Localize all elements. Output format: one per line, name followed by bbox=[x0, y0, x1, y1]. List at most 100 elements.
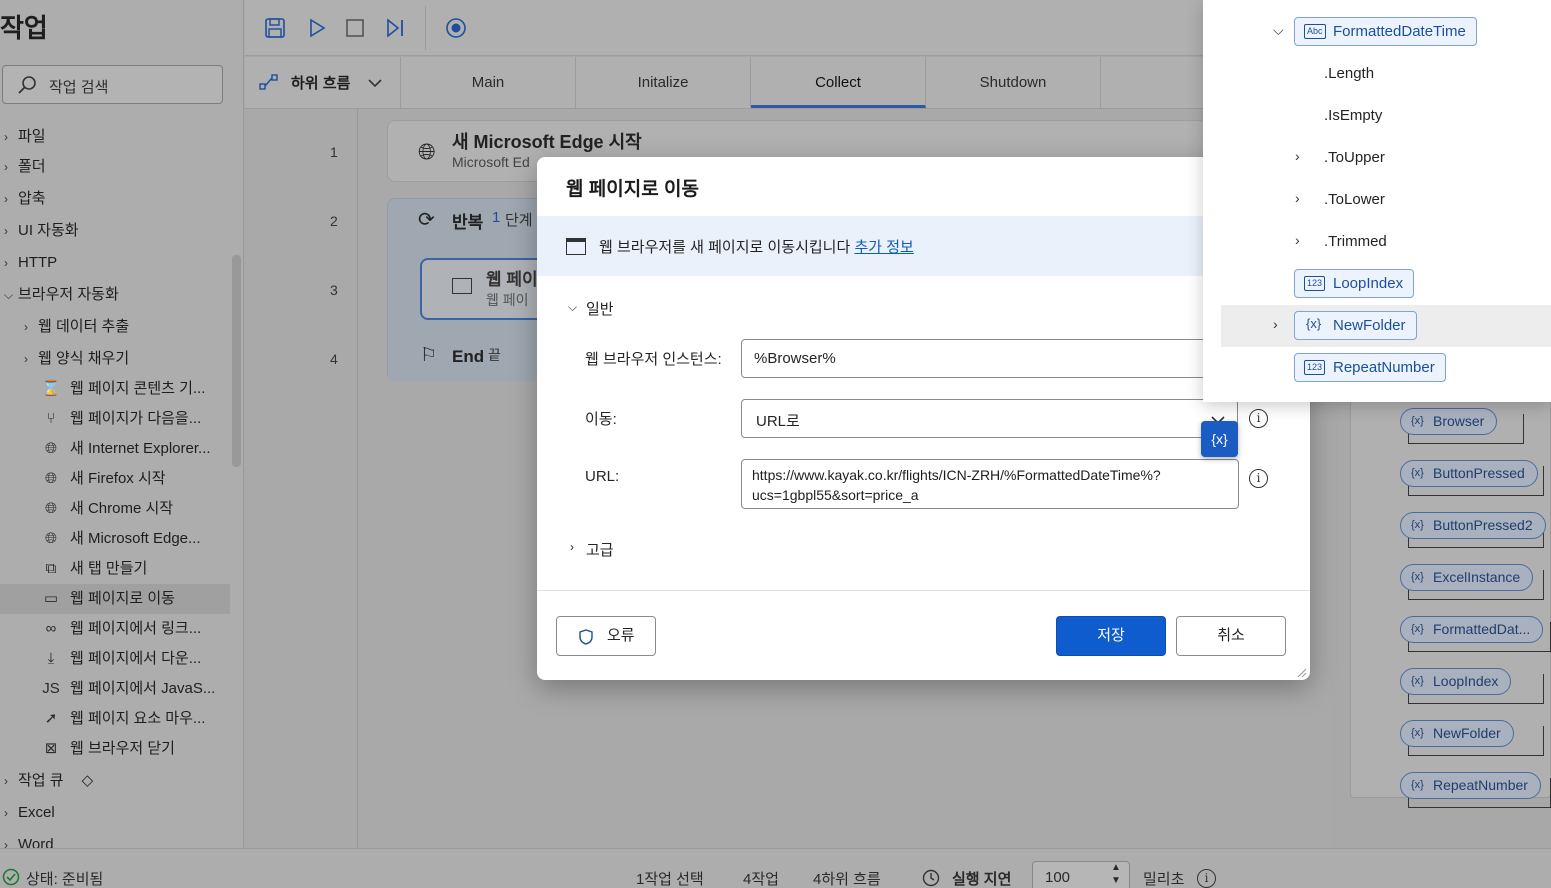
tab-initalize[interactable]: Initalize bbox=[576, 57, 751, 108]
chevron-right-icon[interactable]: › bbox=[570, 540, 574, 554]
chevron-right-icon[interactable]: › bbox=[4, 216, 18, 246]
variable-picker-row[interactable]: ⌵ Abc FormattedDateTime bbox=[1203, 11, 1551, 53]
chevron-right-icon[interactable]: › bbox=[4, 766, 18, 796]
chevron-right-icon[interactable]: › bbox=[4, 798, 18, 828]
chevron-down-icon[interactable]: ⌵ bbox=[4, 280, 18, 310]
tree-item[interactable]: 🌐︎ 새 Microsoft Edge... bbox=[0, 524, 230, 554]
run-icon[interactable] bbox=[306, 17, 328, 39]
tree-item[interactable]: ➚ 웹 페이지 요소 마우... bbox=[0, 704, 230, 734]
tab-shutdown[interactable]: Shutdown bbox=[926, 57, 1101, 108]
tree-item[interactable]: › Excel bbox=[0, 798, 230, 828]
variable-pill[interactable]: {x} FormattedDat... bbox=[1400, 616, 1544, 643]
actions-scrollbar[interactable] bbox=[232, 255, 241, 467]
chevron-right-icon[interactable]: › bbox=[24, 312, 38, 342]
tree-item[interactable]: › 웹 데이터 추출 bbox=[0, 312, 230, 342]
text-type-icon: Abc bbox=[1304, 24, 1326, 39]
chevron-right-icon[interactable]: › bbox=[4, 152, 18, 182]
variable-pill[interactable]: {x} RepeatNumber bbox=[1400, 772, 1541, 799]
tab-collect[interactable]: Collect bbox=[751, 57, 926, 108]
subflow-dropdown[interactable]: 하위 흐름 bbox=[245, 57, 401, 108]
tree-item[interactable]: › 파일 bbox=[0, 122, 230, 152]
variable-picker-row[interactable]: 123 LoopIndex bbox=[1203, 263, 1551, 305]
chevron-right-icon[interactable]: › bbox=[4, 830, 18, 848]
variable-tag[interactable]: {x} NewFolder bbox=[1294, 311, 1417, 340]
chevron-right-icon[interactable]: › bbox=[1295, 148, 1300, 164]
chevron-down-icon[interactable]: ⌵ bbox=[568, 300, 577, 315]
insert-variable-button[interactable]: {x} bbox=[1201, 421, 1238, 457]
save-button[interactable]: 저장 bbox=[1056, 616, 1166, 656]
tree-item[interactable]: ⌵ 브라우저 자동화 bbox=[0, 280, 230, 310]
tree-item[interactable]: ⤓ 웹 페이지에서 다운... bbox=[0, 644, 230, 674]
chevron-right-icon[interactable]: › bbox=[1295, 232, 1300, 248]
variable-picker-row[interactable]: › .Trimmed bbox=[1203, 221, 1551, 263]
variable-picker-row[interactable]: .IsEmpty bbox=[1203, 95, 1551, 137]
variable-picker-row[interactable]: 123 RepeatNumber bbox=[1203, 347, 1551, 389]
more-info-link[interactable]: 추가 정보 bbox=[854, 239, 913, 256]
variable-tag-label: LoopIndex bbox=[1333, 275, 1404, 292]
step-icon[interactable] bbox=[384, 17, 406, 39]
info-icon[interactable]: i bbox=[1249, 409, 1268, 428]
tree-item[interactable]: ⌛ 웹 페이지 콘텐츠 기... bbox=[0, 374, 230, 404]
variable-picker-row[interactable]: › .ToLower bbox=[1203, 179, 1551, 221]
dialog-divider bbox=[537, 590, 1310, 591]
tree-item[interactable]: › Word bbox=[0, 830, 230, 848]
spin-up-icon[interactable]: ▲ bbox=[1111, 862, 1121, 873]
variable-picker-row[interactable]: › {x} NewFolder bbox=[1221, 305, 1551, 347]
variable-pill[interactable]: {x} ButtonPressed2 bbox=[1400, 512, 1546, 539]
tree-item[interactable]: › 압축 bbox=[0, 184, 230, 214]
chevron-right-icon[interactable]: › bbox=[1273, 316, 1278, 332]
tree-item[interactable]: › 웹 양식 채우기 bbox=[0, 344, 230, 374]
navigate-select[interactable]: URL로 bbox=[741, 399, 1238, 438]
variable-tag[interactable]: 123 RepeatNumber bbox=[1294, 353, 1446, 382]
chevron-down-icon[interactable]: ⌵ bbox=[1273, 22, 1284, 39]
info-icon[interactable]: i bbox=[1249, 469, 1268, 488]
tree-item[interactable]: ∞ 웹 페이지에서 링크... bbox=[0, 614, 230, 644]
variable-pill[interactable]: {x} ExcelInstance bbox=[1400, 564, 1534, 591]
actions-pane-title: 작업 bbox=[0, 13, 48, 43]
tree-item[interactable]: JS 웹 페이지에서 JavaS... bbox=[0, 674, 230, 704]
actions-search-input[interactable]: 작업 검색 bbox=[2, 65, 223, 104]
delay-input[interactable]: 100 ▲ ▼ bbox=[1032, 861, 1130, 888]
tree-item[interactable]: ⧉ 새 탭 만들기 bbox=[0, 554, 230, 584]
tree-item[interactable]: 🌐︎ 새 Chrome 시작 bbox=[0, 494, 230, 524]
variable-pill[interactable]: {x} LoopIndex bbox=[1400, 668, 1512, 695]
section-general[interactable]: 일반 bbox=[586, 298, 614, 319]
chevron-right-icon[interactable]: › bbox=[4, 122, 18, 152]
resize-grip-icon[interactable] bbox=[1295, 666, 1307, 678]
url-input[interactable]: https://www.kayak.co.kr/flights/ICN-ZRH/… bbox=[741, 459, 1239, 509]
variable-picker-row[interactable]: .Length bbox=[1203, 53, 1551, 95]
tree-item[interactable]: ⑂ 웹 페이지가 다음을... bbox=[0, 404, 230, 434]
error-button[interactable]: 오류 bbox=[556, 616, 656, 656]
tab-main[interactable]: Main bbox=[401, 57, 576, 108]
cancel-button[interactable]: 취소 bbox=[1176, 616, 1286, 656]
stop-icon[interactable] bbox=[344, 17, 366, 39]
tree-item[interactable]: › UI 자동화 bbox=[0, 216, 230, 246]
section-advanced[interactable]: 고급 bbox=[586, 539, 614, 560]
chevron-right-icon[interactable]: › bbox=[4, 184, 18, 214]
tree-item[interactable]: ▭ 웹 페이지로 이동 bbox=[0, 584, 230, 614]
variable-tag[interactable]: 123 LoopIndex bbox=[1294, 269, 1415, 298]
tree-item[interactable]: ⊠ 웹 브라우저 닫기 bbox=[0, 734, 230, 764]
chevron-right-icon[interactable]: › bbox=[1295, 190, 1300, 206]
tree-item[interactable]: 🌐︎ 새 Firefox 시작 bbox=[0, 464, 230, 494]
variable-picker-row[interactable]: › .ToUpper bbox=[1203, 137, 1551, 179]
chevron-right-icon[interactable]: › bbox=[4, 248, 18, 278]
variable-pill[interactable]: {x} ButtonPressed bbox=[1400, 460, 1538, 487]
variable-pill[interactable]: {x} Browser bbox=[1400, 408, 1498, 435]
save-icon[interactable] bbox=[264, 17, 286, 39]
info-icon[interactable]: i bbox=[1197, 869, 1216, 888]
chevron-right-icon[interactable]: › bbox=[24, 344, 38, 374]
variable-pill[interactable]: {x} NewFolder bbox=[1400, 720, 1514, 747]
spin-down-icon[interactable]: ▼ bbox=[1111, 875, 1121, 886]
record-icon[interactable] bbox=[444, 16, 468, 40]
tree-item-label: 압축 bbox=[18, 190, 46, 207]
tree-item[interactable]: › HTTP bbox=[0, 248, 230, 278]
variable-tag[interactable]: Abc FormattedDateTime bbox=[1294, 17, 1477, 46]
tree-item[interactable]: › 작업 큐 ◇ bbox=[0, 766, 230, 796]
step-count-suffix: 단계 bbox=[505, 212, 533, 229]
tree-item[interactable]: 🌐︎ 새 Internet Explorer... bbox=[0, 434, 230, 464]
tree-item[interactable]: › 폴더 bbox=[0, 152, 230, 182]
number-type-icon: 123 bbox=[1304, 276, 1326, 291]
tree-item-label: HTTP bbox=[18, 254, 58, 271]
delay-label: 실행 지연 bbox=[952, 871, 1012, 888]
